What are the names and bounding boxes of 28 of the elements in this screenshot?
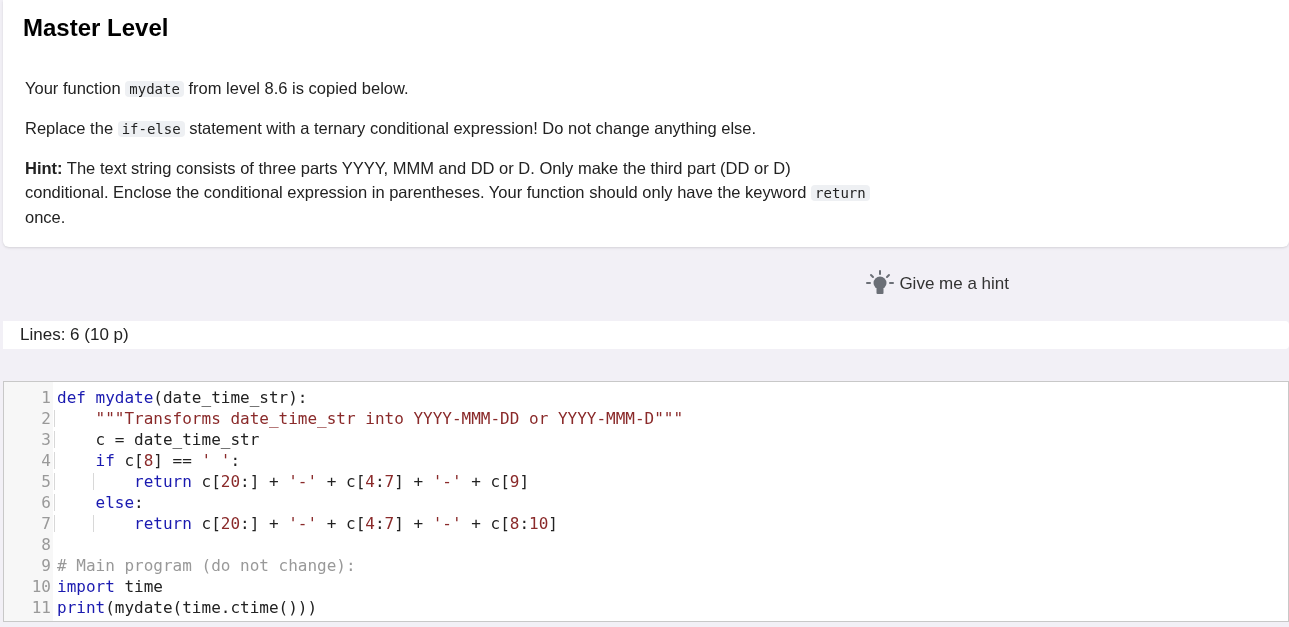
line-number: 8 (40, 534, 52, 555)
line-number: 2 (40, 408, 52, 429)
hint-button[interactable]: Give me a hint (865, 269, 1009, 299)
code-line: # Main program (do not change): (56, 555, 356, 576)
line-number: 10 (30, 576, 52, 597)
code-line: """Transforms date_time_str into YYYY-MMM-DD or YYYY-MMM-D""" (53, 408, 684, 429)
line-number: 7 (40, 513, 52, 534)
line-number: 9 (40, 555, 52, 576)
instruction-text: Replace the if-else statement with a ternary conditional expression! Do not change anything else. (25, 118, 758, 139)
instruction-text: Your function mydate from level 8.6 is copied below. (25, 78, 410, 99)
line-number: 11 (30, 597, 52, 618)
code-line: c = date_time_str (53, 429, 260, 450)
lines-info: Lines: 6 (10 p) (3, 321, 1289, 349)
code-line: return c[20:] + '-' + c[4:7] + '-' + c[9] (53, 471, 530, 492)
code-line: import time (56, 576, 163, 597)
line-number: 1 (40, 387, 52, 408)
line-number: 5 (40, 471, 52, 492)
line-number: 6 (40, 492, 52, 513)
instruction-text: Hint: The text string consists of three parts YYYY, MMM and DD or D. Only make the third part (DD or D) conditional. Enclose the conditional expression in parentheses. Your function should only have the keyword return once. (25, 156, 873, 229)
line-number: 3 (40, 429, 52, 450)
line-number: 4 (40, 450, 52, 471)
page-title: Master Level (23, 13, 170, 43)
code-line: if c[8] == ' ': (53, 450, 241, 471)
code-line: def mydate(date_time_str): (56, 387, 308, 408)
code-line: return c[20:] + '-' + c[4:7] + '-' + c[8:10] (53, 513, 558, 534)
code-editor[interactable] (3, 381, 1289, 622)
code-line: else: (53, 492, 144, 513)
code-line: print(mydate(time.ctime())) (56, 597, 318, 618)
